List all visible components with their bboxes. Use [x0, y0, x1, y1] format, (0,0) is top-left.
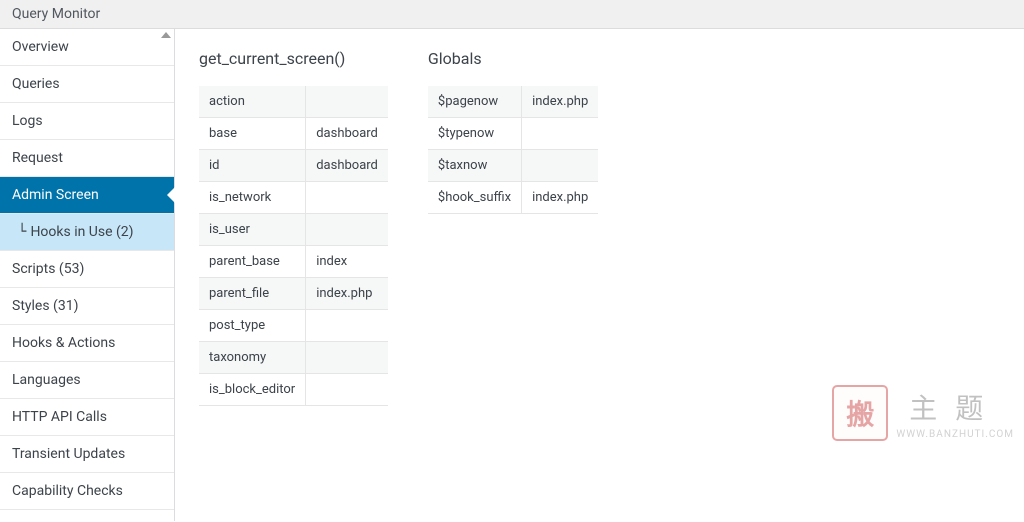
sidebar-item-styles[interactable]: Styles (31) — [0, 288, 174, 325]
table-row: $pagenowindex.php — [428, 86, 598, 118]
watermark: 搬 主题 WWW.BANZHUTI.COM — [832, 385, 1014, 441]
table-row: is_block_editor — [199, 374, 388, 406]
global-key: $typenow — [428, 118, 522, 150]
screen-value: dashboard — [306, 118, 388, 150]
globals-heading: Globals — [428, 49, 598, 68]
globals-table: $pagenowindex.php$typenow$taxnow$hook_su… — [428, 86, 598, 214]
table-row: is_user — [199, 214, 388, 246]
table-row: parent_baseindex — [199, 246, 388, 278]
tree-branch-icon: └ — [18, 224, 26, 240]
global-key: $pagenow — [428, 86, 522, 118]
panel-header: Query Monitor — [0, 0, 1024, 29]
screen-key: base — [199, 118, 306, 150]
screen-heading: get_current_screen() — [199, 49, 388, 68]
table-row: parent_fileindex.php — [199, 278, 388, 310]
sidebar-item-capability-checks[interactable]: Capability Checks — [0, 473, 174, 510]
table-row: $hook_suffixindex.php — [428, 182, 598, 214]
screen-key: id — [199, 150, 306, 182]
global-key: $taxnow — [428, 150, 522, 182]
table-row: basedashboard — [199, 118, 388, 150]
sidebar-item-scripts[interactable]: Scripts (53) — [0, 251, 174, 288]
screen-value — [306, 342, 388, 374]
table-row: $typenow — [428, 118, 598, 150]
screen-section: get_current_screen() actionbasedashboard… — [199, 49, 388, 501]
watermark-url: WWW.BANZHUTI.COM — [896, 429, 1014, 440]
table-row: is_network — [199, 182, 388, 214]
global-value: index.php — [522, 182, 599, 214]
screen-table: actionbasedashboardiddashboardis_network… — [199, 86, 388, 406]
screen-key: parent_base — [199, 246, 306, 278]
watermark-text: 主题 — [896, 387, 1014, 427]
sidebar-item-languages[interactable]: Languages — [0, 362, 174, 399]
content-area: get_current_screen() actionbasedashboard… — [175, 29, 1024, 521]
sidebar-item-overview[interactable]: Overview — [0, 29, 174, 66]
sidebar-item-transient-updates[interactable]: Transient Updates — [0, 436, 174, 473]
screen-value: dashboard — [306, 150, 388, 182]
global-value — [522, 118, 599, 150]
globals-section: Globals $pagenowindex.php$typenow$taxnow… — [428, 49, 598, 501]
screen-key: parent_file — [199, 278, 306, 310]
table-row: $taxnow — [428, 150, 598, 182]
screen-key: action — [199, 86, 306, 118]
screen-value: index.php — [306, 278, 388, 310]
screen-key: post_type — [199, 310, 306, 342]
sidebar-item-request[interactable]: Request — [0, 140, 174, 177]
panel-body: Overview Queries Logs Request Admin Scre… — [0, 29, 1024, 521]
screen-value — [306, 86, 388, 118]
screen-value — [306, 374, 388, 406]
screen-value — [306, 182, 388, 214]
global-value: index.php — [522, 86, 599, 118]
screen-key: taxonomy — [199, 342, 306, 374]
screen-value — [306, 310, 388, 342]
sidebar-subitem-hooks-in-use[interactable]: └Hooks in Use (2) — [0, 214, 174, 251]
table-row: taxonomy — [199, 342, 388, 374]
screen-value: index — [306, 246, 388, 278]
sidebar-item-http-api[interactable]: HTTP API Calls — [0, 399, 174, 436]
table-row: action — [199, 86, 388, 118]
panel-title: Query Monitor — [12, 6, 100, 22]
screen-key: is_user — [199, 214, 306, 246]
watermark-seal-icon: 搬 — [832, 385, 888, 441]
sidebar-item-logs[interactable]: Logs — [0, 103, 174, 140]
global-value — [522, 150, 599, 182]
screen-key: is_network — [199, 182, 306, 214]
table-row: post_type — [199, 310, 388, 342]
screen-key: is_block_editor — [199, 374, 306, 406]
sidebar-item-admin-screen[interactable]: Admin Screen — [0, 177, 174, 214]
sidebar-item-queries[interactable]: Queries — [0, 66, 174, 103]
screen-value — [306, 214, 388, 246]
table-row: iddashboard — [199, 150, 388, 182]
global-key: $hook_suffix — [428, 182, 522, 214]
sidebar: Overview Queries Logs Request Admin Scre… — [0, 29, 175, 521]
sidebar-item-hooks-actions[interactable]: Hooks & Actions — [0, 325, 174, 362]
